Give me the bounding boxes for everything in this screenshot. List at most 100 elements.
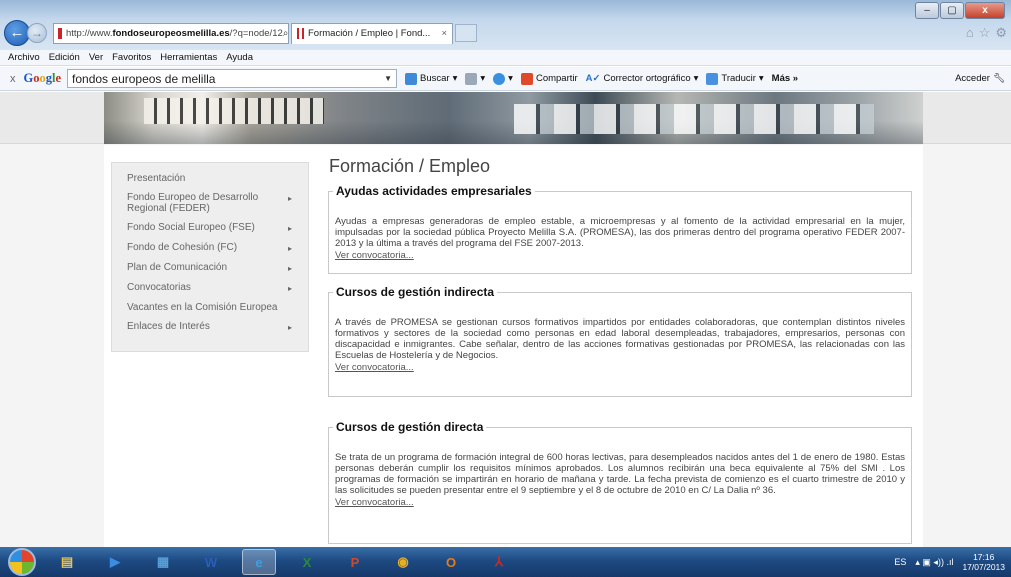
- corrector-button[interactable]: A✓ Corrector ortográfico ▾: [586, 73, 699, 84]
- section-gestion-directa: Cursos de gestión directa Se trata de un…: [328, 420, 912, 544]
- menu-bar: Archivo Edición Ver Favoritos Herramientas Ay…: [0, 50, 1011, 66]
- favorites-star-icon[interactable]: ☆: [979, 25, 991, 41]
- tray-icons[interactable]: ▴ ▣ ◂)) .ıl: [915, 557, 953, 568]
- address-url[interactable]: http://www.fondoseuropeosmelilla.es/?q=n…: [66, 28, 283, 39]
- google-logo-letter: e: [55, 71, 62, 85]
- minimize-button[interactable]: –: [915, 2, 939, 19]
- address-bar[interactable]: http://www.fondoseuropeosmelilla.es/?q=n…: [53, 22, 289, 44]
- translate-icon: [706, 72, 719, 85]
- section-heading: Cursos de gestión directa: [333, 420, 487, 434]
- header-banner: [0, 92, 1011, 144]
- share-icon: [520, 72, 533, 85]
- compartir-button[interactable]: Compartir: [520, 72, 578, 85]
- sidebar-item-label: Presentación: [127, 173, 186, 184]
- taskbar-media-icon[interactable]: ▶: [98, 549, 132, 575]
- home-icon[interactable]: ⌂: [966, 25, 974, 41]
- forward-button[interactable]: →: [27, 23, 47, 43]
- sidebar-item-7[interactable]: Enlaces de Interés ▸: [112, 317, 308, 337]
- taskbar-chrome-icon[interactable]: ◉: [386, 549, 420, 575]
- spellcheck-icon: A✓: [585, 73, 601, 84]
- back-arrow-icon: ←: [9, 24, 25, 41]
- section-text: Se trata de un programa de formación int…: [335, 452, 905, 496]
- chevron-right-icon: [288, 173, 298, 174]
- taskbar-excel-icon[interactable]: X: [290, 549, 324, 575]
- forward-arrow-icon: →: [31, 26, 43, 40]
- google-logo-letter: G: [23, 71, 34, 85]
- navigation-row: ← → http://www.fondoseuropeosmelilla.es/…: [4, 20, 1007, 46]
- buscar-button[interactable]: Buscar ▾: [405, 72, 457, 85]
- sidebar-item-3[interactable]: Fondo de Cohesión (FC) ▸: [112, 238, 308, 258]
- google-search-input[interactable]: fondos europeos de melilla ▼: [67, 69, 398, 88]
- sidebar-item-5[interactable]: Convocatorias ▸: [112, 278, 308, 298]
- sidebar-item-6[interactable]: Vacantes en la Comisión Europea: [112, 298, 308, 317]
- mas-button[interactable]: Más »: [772, 73, 798, 84]
- language-indicator[interactable]: ES: [894, 557, 906, 567]
- sidebar-menu: Presentación Fondo Europeo de Desarrollo …: [111, 162, 309, 352]
- close-window-button[interactable]: x: [965, 2, 1005, 19]
- sidebar-item-0[interactable]: Presentación: [112, 169, 308, 188]
- menu-item-ver[interactable]: Ver: [89, 52, 103, 63]
- page-title: Formación / Empleo: [329, 156, 491, 176]
- sidebar-item-2[interactable]: Fondo Social Europeo (FSE) ▸: [112, 218, 308, 238]
- sidebar-item-label: Plan de Comunicación: [127, 262, 228, 273]
- system-tray: ES ▴ ▣ ◂)) .ıl 17:16 17/07/2013: [894, 552, 1005, 572]
- address-actions-icon[interactable]: ⌕ ▾ ↻: [283, 28, 288, 39]
- menu-item-favoritos[interactable]: Favoritos: [112, 52, 151, 63]
- section-text: A través de PROMESA se gestionan cursos …: [335, 317, 905, 361]
- taskbar-apps: ▤ ▶ ▦ We X P ◉ O ⅄: [36, 549, 516, 575]
- main-content: Formación / Empleo Ayudas actividades em…: [328, 156, 912, 547]
- ver-convocatoria-link[interactable]: Ver convocatoria...: [335, 250, 414, 261]
- chevron-right-icon: ▸: [288, 284, 293, 293]
- menu-item-archivo[interactable]: Archivo: [8, 52, 40, 63]
- chevron-right-icon: ▸: [288, 244, 293, 253]
- taskbar-internet-explorer-icon[interactable]: e: [242, 549, 276, 575]
- clock-time: 17:16: [973, 552, 995, 562]
- chevron-right-icon: ▸: [288, 224, 293, 233]
- sidebar-item-label: Fondo Social Europeo (FSE): [127, 222, 255, 233]
- bookmarks-button[interactable]: ▾: [493, 72, 513, 85]
- clock[interactable]: 17:16 17/07/2013: [962, 552, 1005, 572]
- tab-formacion-empleo[interactable]: Formación / Empleo | Fond... ×: [291, 22, 453, 44]
- sidebar-item-1[interactable]: Fondo Europeo de Desarrollo Regional (FE…: [112, 188, 308, 218]
- taskbar-explorer-icon[interactable]: ▦: [146, 549, 180, 575]
- start-button[interactable]: [8, 548, 36, 576]
- page-icon: [465, 72, 478, 85]
- gear-icon[interactable]: ⚙: [995, 25, 1007, 41]
- menu-item-ayuda[interactable]: Ayuda: [226, 52, 253, 63]
- sidebar-item-4[interactable]: Plan de Comunicación ▸: [112, 258, 308, 278]
- chevron-right-icon: ▸: [288, 264, 293, 273]
- google-toolbar: x Google fondos europeos de melilla ▼ Bu…: [0, 67, 1011, 91]
- site-favicon-icon: [58, 27, 62, 39]
- web-page: Presentación Fondo Europeo de Desarrollo …: [0, 92, 1011, 547]
- tab-close-icon[interactable]: ×: [441, 28, 447, 39]
- menu-item-herramientas[interactable]: Herramientas: [160, 52, 217, 63]
- acceder-button[interactable]: Acceder 🔧︎: [955, 73, 1005, 84]
- taskbar-acrobat-icon[interactable]: ⅄: [482, 549, 516, 575]
- chevron-down-icon[interactable]: ▼: [384, 74, 392, 83]
- ver-convocatoria-link[interactable]: Ver convocatoria...: [335, 362, 414, 373]
- content-area: Presentación Fondo Europeo de Desarrollo …: [104, 145, 923, 547]
- sidebar-item-label: Convocatorias: [127, 282, 191, 293]
- page-tools-button[interactable]: ▾: [465, 72, 485, 85]
- browser-titlebar: – ▢ x ← → http://www.fondoseuropeosmelil…: [0, 0, 1011, 50]
- section-text: Ayudas a empresas generadoras de empleo …: [335, 216, 905, 249]
- maximize-button[interactable]: ▢: [940, 2, 964, 19]
- harbor-banner-image: [104, 92, 923, 144]
- ver-convocatoria-link[interactable]: Ver convocatoria...: [335, 497, 414, 508]
- section-heading: Cursos de gestión indirecta: [333, 285, 498, 299]
- chevron-right-icon: ▸: [288, 323, 293, 332]
- clock-date: 17/07/2013: [962, 562, 1005, 572]
- section-ayudas: Ayudas actividades empresariales Ayudas …: [328, 184, 912, 274]
- menu-item-edición[interactable]: Edición: [49, 52, 80, 63]
- taskbar-word-icon[interactable]: W: [194, 549, 228, 575]
- tab-title: Formación / Empleo | Fond...: [308, 28, 431, 39]
- traducir-button[interactable]: Traducir ▾: [706, 72, 764, 85]
- tab-favicon-icon: [297, 28, 304, 39]
- new-tab-button[interactable]: [455, 24, 477, 42]
- taskbar-powerpoint-icon[interactable]: P: [338, 549, 372, 575]
- search-icon: [405, 72, 418, 85]
- sidebar-item-label: Vacantes en la Comisión Europea: [127, 302, 278, 313]
- taskbar-libraries-icon[interactable]: ▤: [50, 549, 84, 575]
- taskbar-outlook-icon[interactable]: O: [434, 549, 468, 575]
- toolbar-close-icon[interactable]: x: [10, 73, 16, 85]
